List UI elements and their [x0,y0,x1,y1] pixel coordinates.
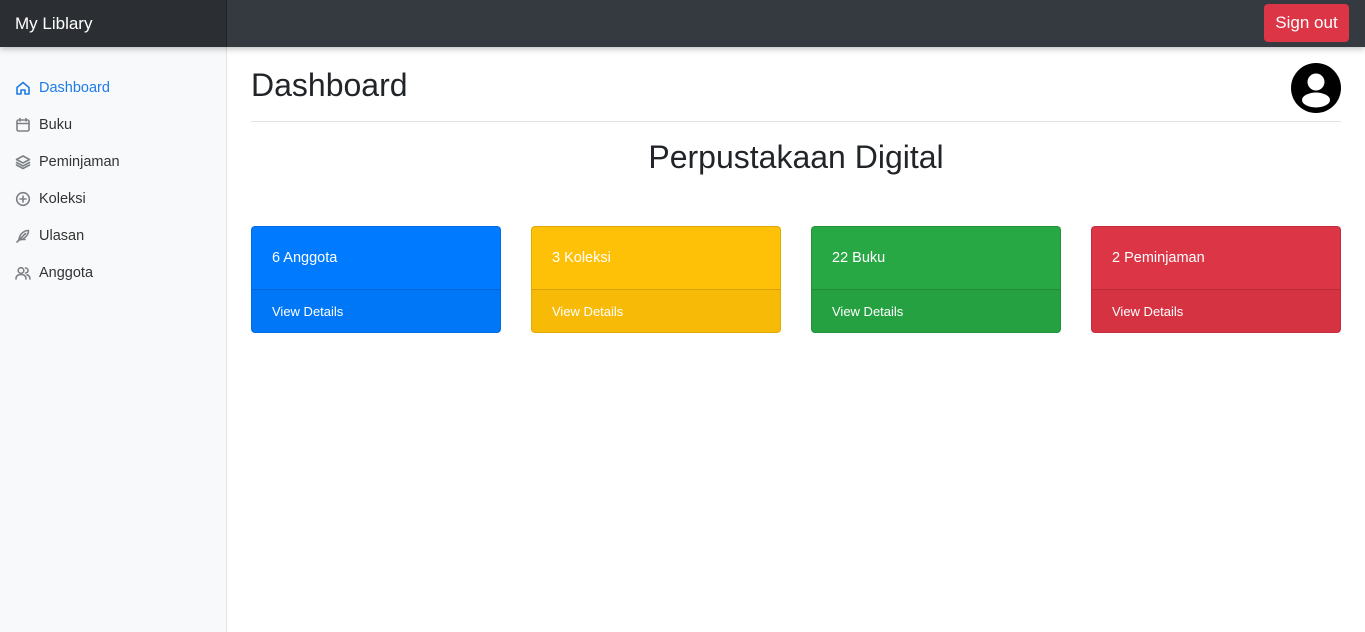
view-details-link[interactable]: View Details [1092,289,1340,332]
main-content: Dashboard Perpustakaan Digital 6 Anggota… [251,47,1341,632]
view-details-link[interactable]: View Details [252,289,500,332]
sidebar-item-label: Peminjaman [39,153,120,170]
view-details-link[interactable]: View Details [812,289,1060,332]
card-label: 2 Peminjaman [1112,250,1205,266]
view-details-link[interactable]: View Details [532,289,780,332]
brand-title[interactable]: My Liblary [0,0,227,47]
card-peminjaman: 2 Peminjaman View Details [1091,226,1341,333]
sidebar-item-label: Dashboard [39,79,110,96]
sidebar-item-peminjaman[interactable]: Peminjaman [0,143,226,180]
user-circle-icon[interactable] [1291,63,1341,113]
sidebar-item-koleksi[interactable]: Koleksi [0,180,226,217]
sign-out-button[interactable]: Sign out [1264,4,1349,42]
card-label: 6 Anggota [272,250,338,266]
sidebar-item-label: Ulasan [39,227,85,244]
page-header: Dashboard [251,47,1341,122]
page-title: Dashboard [251,67,408,103]
card-anggota: 6 Anggota View Details [251,226,501,333]
sidebar-item-label: Anggota [39,264,94,281]
sidebar-item-dashboard[interactable]: Dashboard [0,69,226,106]
card-label: 22 Buku [832,250,886,266]
calendar-icon [16,117,30,132]
sidebar-item-ulasan[interactable]: Ulasan [0,217,226,254]
top-navbar: My Liblary Sign out [0,0,1365,47]
layers-icon [15,154,31,169]
home-icon [16,81,30,95]
sidebar: Dashboard Buku Peminjaman Koleksi Ulasan [0,47,227,632]
sidebar-item-label: Koleksi [39,190,86,207]
sidebar-item-buku[interactable]: Buku [0,106,226,143]
card-label: 3 Koleksi [552,250,611,266]
library-subtitle: Perpustakaan Digital [648,139,944,175]
card-buku: 22 Buku View Details [811,226,1061,333]
card-koleksi: 3 Koleksi View Details [531,226,781,333]
plus-circle-icon [15,191,31,206]
sidebar-item-label: Buku [39,116,73,133]
users-icon [15,266,31,280]
feather-icon [16,229,30,243]
sidebar-item-anggota[interactable]: Anggota [0,254,226,291]
